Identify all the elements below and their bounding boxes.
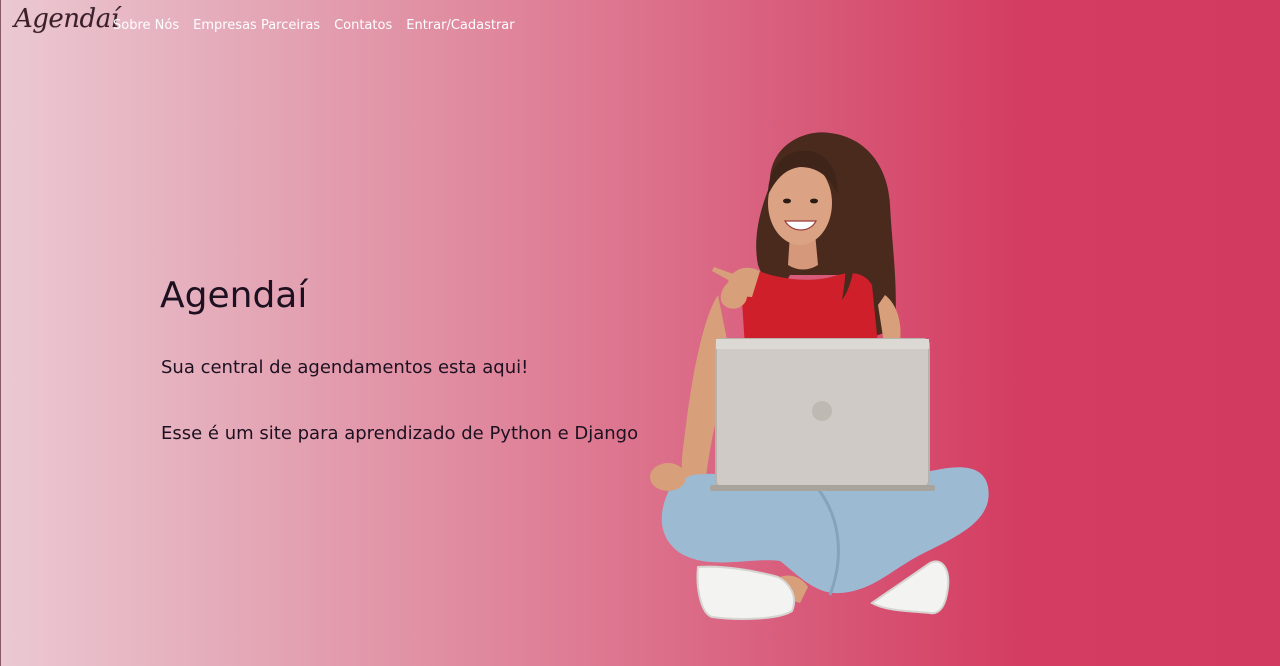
nav-link-contatos[interactable]: Contatos: [334, 18, 392, 33]
nav-links: Sobre Nós Empresas Parceiras Contatos En…: [113, 18, 515, 33]
nav-link-sobre-nos[interactable]: Sobre Nós: [113, 18, 179, 33]
hero-woman-with-laptop-image: [650, 132, 989, 620]
hero-subtitle: Sua central de agendamentos esta aqui!: [161, 357, 529, 378]
nav-link-empresas-parceiras[interactable]: Empresas Parceiras: [193, 18, 320, 33]
nav-link-entrar-cadastrar[interactable]: Entrar/Cadastrar: [406, 18, 514, 33]
hero-description: Esse é um site para aprendizado de Pytho…: [161, 423, 639, 444]
brand-logo[interactable]: Agendaí: [14, 4, 119, 34]
hero-title: Agendaí: [160, 275, 308, 316]
navbar: Agendaí Sobre Nós Empresas Parceiras Con…: [0, 0, 1280, 52]
window-edge: [0, 0, 1, 666]
